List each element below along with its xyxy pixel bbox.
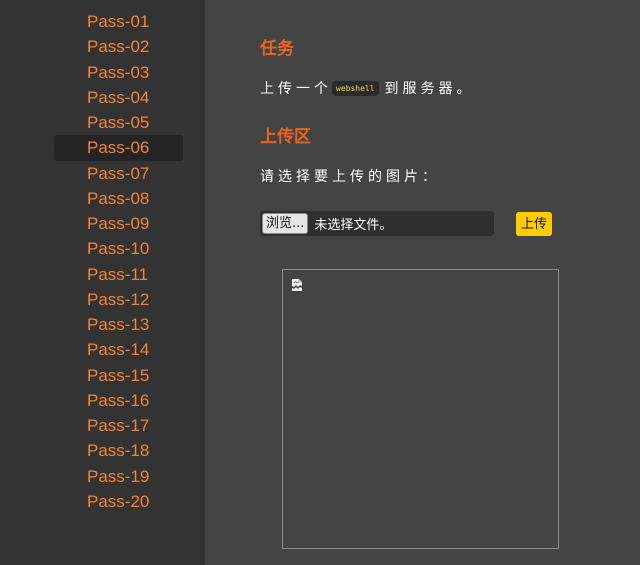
pass-nav-list: Pass-01 Pass-02 Pass-03 Pass-04 Pass-05 … [54,9,183,514]
task-text-before: 上传一个 [260,81,332,97]
sidebar-item-pass-13[interactable]: Pass-13 [54,312,183,337]
sidebar-item-pass-10[interactable]: Pass-10 [54,236,183,261]
upload-prompt: 请选择要上传的图片： [260,169,440,185]
upload-submit-button[interactable]: 上传 [516,212,553,236]
sidebar-item-pass-12[interactable]: Pass-12 [54,287,183,312]
main-content: 任务 上传一个 webshell 到服务器。 上传区 请选择要上传的图片： 浏览… [205,0,640,565]
sidebar-item-pass-18[interactable]: Pass-18 [54,438,183,463]
sidebar-item-pass-03[interactable]: Pass-03 [54,60,183,85]
sidebar-item-pass-02[interactable]: Pass-02 [54,34,183,59]
broken-image-icon [292,279,302,291]
sidebar-item-pass-20[interactable]: Pass-20 [54,489,183,514]
image-preview-frame [282,269,559,549]
upload-heading: 上传区 [260,127,311,147]
task-description: 上传一个 webshell 到服务器。 [260,78,475,98]
sidebar-item-pass-09[interactable]: Pass-09 [54,211,183,236]
sidebar-item-pass-14[interactable]: Pass-14 [54,337,183,362]
app-window: Pass-01 Pass-02 Pass-03 Pass-04 Pass-05 … [0,0,640,565]
sidebar-item-pass-07[interactable]: Pass-07 [54,161,183,186]
sidebar-item-pass-17[interactable]: Pass-17 [54,413,183,438]
sidebar-item-pass-15[interactable]: Pass-15 [54,363,183,388]
sidebar: Pass-01 Pass-02 Pass-03 Pass-04 Pass-05 … [0,0,205,565]
sidebar-item-pass-05[interactable]: Pass-05 [54,110,183,135]
sidebar-item-pass-19[interactable]: Pass-19 [54,464,183,489]
task-text-after: 到服务器。 [384,81,475,97]
sidebar-item-pass-06[interactable]: Pass-06 [54,135,183,161]
sidebar-item-pass-01[interactable]: Pass-01 [54,9,183,34]
sidebar-item-pass-08[interactable]: Pass-08 [54,186,183,211]
sidebar-item-pass-16[interactable]: Pass-16 [54,388,183,413]
task-heading: 任务 [260,39,294,59]
webshell-code-tag: webshell [332,80,379,96]
sidebar-item-pass-04[interactable]: Pass-04 [54,85,183,110]
sidebar-item-pass-11[interactable]: Pass-11 [54,262,183,287]
browse-button[interactable]: 浏览... [262,213,309,234]
file-input[interactable]: 浏览... 未选择文件。 [260,211,494,236]
file-status-text: 未选择文件。 [314,218,393,233]
